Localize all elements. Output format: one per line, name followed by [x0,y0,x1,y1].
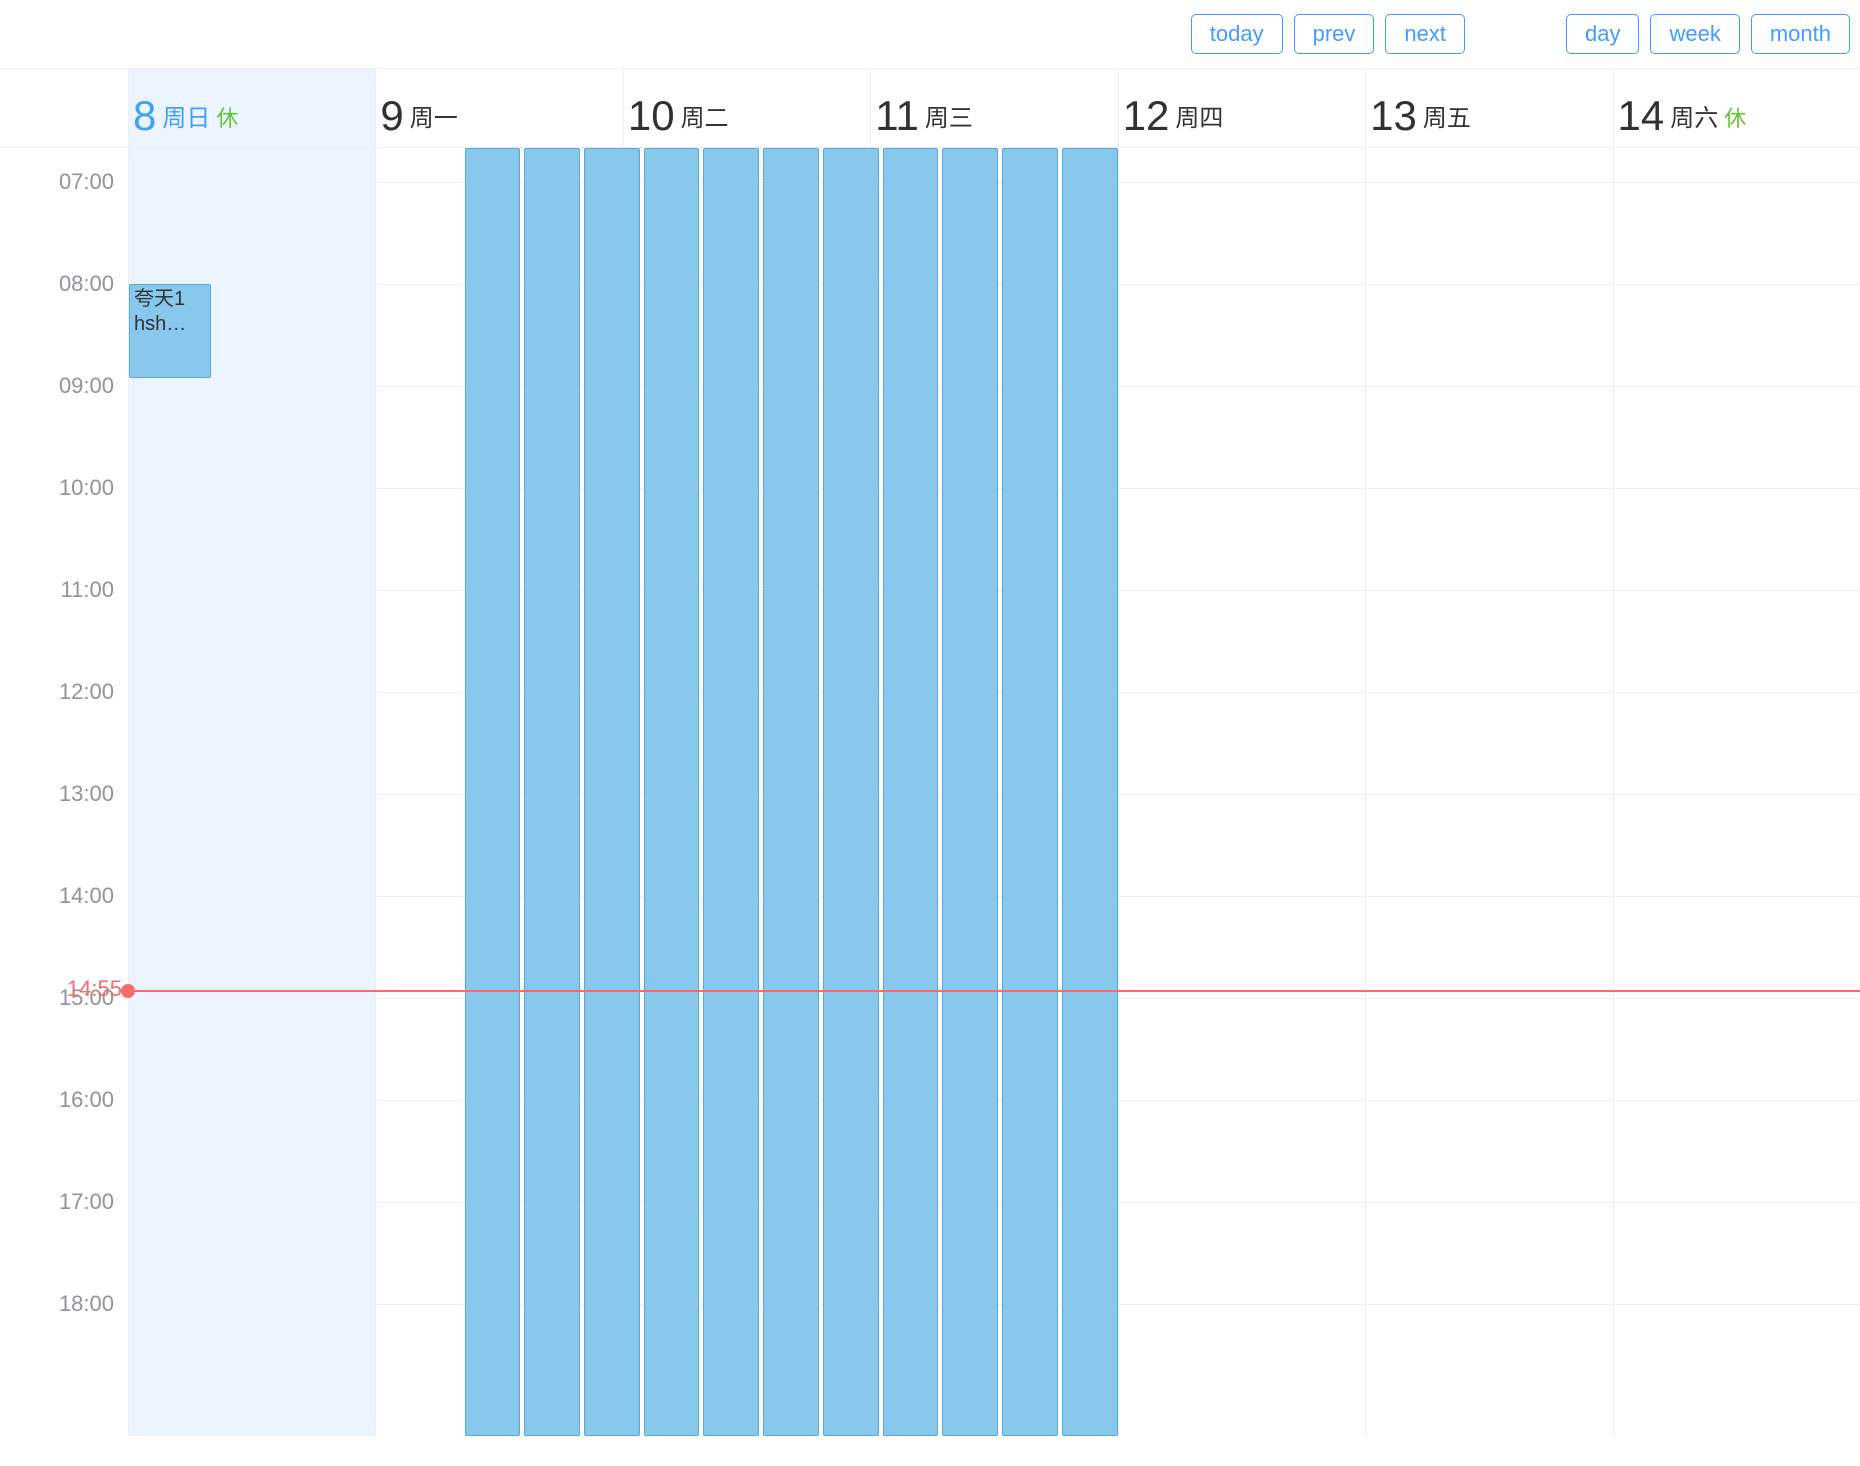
calendar-event[interactable] [465,148,521,1436]
day-columns: 夸天1hsh… [128,148,1860,1436]
calendar-event[interactable] [703,148,759,1436]
calendar-event[interactable] [1002,148,1058,1436]
calendar-event[interactable] [942,148,998,1436]
calendar-event[interactable] [823,148,879,1436]
week-view-button[interactable]: week [1650,14,1739,54]
day-weekday: 周一 [410,98,458,133]
day-view-button[interactable]: day [1566,14,1639,54]
month-view-button[interactable]: month [1751,14,1850,54]
day-header[interactable]: 8周日休 [128,69,375,147]
time-axis-label: 08:00 [59,271,114,297]
today-button[interactable]: today [1191,14,1283,54]
nav-button-group: today prev next [1191,14,1465,54]
day-column[interactable] [1118,148,1365,1436]
time-axis-label: 09:00 [59,373,114,399]
time-axis-label: 10:00 [59,475,114,501]
day-column[interactable] [1613,148,1860,1436]
day-number: 10 [628,95,675,137]
day-header[interactable]: 12周四 [1118,69,1365,147]
time-axis-label: 18:00 [59,1291,114,1317]
calendar-event[interactable]: 夸天1hsh… [129,284,211,378]
prev-button[interactable]: prev [1294,14,1375,54]
next-button[interactable]: next [1385,14,1465,54]
day-header[interactable]: 13周五 [1365,69,1612,147]
day-header[interactable]: 10周二 [623,69,870,147]
day-number: 9 [380,95,403,137]
time-axis-label: 13:00 [59,781,114,807]
time-axis-label: 11:00 [61,577,114,603]
calendar: 8周日休9周一10周二11周三12周四13周五14周六休 07:0008:000… [0,68,1860,1436]
view-button-group: day week month [1566,14,1850,54]
calendar-event[interactable] [1062,148,1118,1436]
day-number: 11 [875,95,919,137]
gutter-head [0,69,128,147]
day-header[interactable]: 11周三 [870,69,1117,147]
event-title: 夸天1 [134,287,206,312]
day-weekday: 周四 [1175,98,1223,133]
toolbar: today prev next day week month [0,0,1860,68]
calendar-event[interactable] [584,148,640,1436]
day-number: 14 [1618,95,1665,137]
day-weekday: 周五 [1423,98,1471,133]
day-number: 12 [1123,95,1170,137]
day-column[interactable] [1365,148,1612,1436]
calendar-event[interactable] [524,148,580,1436]
calendar-event[interactable] [644,148,700,1436]
day-header[interactable]: 9周一 [375,69,622,147]
day-weekday: 周六 [1670,98,1718,133]
time-axis-label: 15:00 [59,985,114,1011]
day-weekday: 周日 [162,98,210,133]
calendar-body: 07:00 08:00 09:00 10:00 11:00 12:00 13:00 14:00… [0,148,1860,1436]
time-gutter: 07:00 08:00 09:00 10:00 11:00 12:00 13:00 14:00… [0,148,128,1436]
day-number: 8 [133,95,156,137]
time-axis-label: 14:00 [59,883,114,909]
event-subtitle: hsh… [134,312,206,337]
rest-tag: 休 [1724,101,1746,133]
day-header[interactable]: 14周六休 [1613,69,1860,147]
calendar-event[interactable] [883,148,939,1436]
day-weekday: 周二 [681,98,729,133]
day-header-row: 8周日休9周一10周二11周三12周四13周五14周六休 [0,69,1860,148]
day-number: 13 [1370,95,1417,137]
rest-tag: 休 [216,101,238,133]
day-column[interactable]: 夸天1hsh… [128,148,375,1436]
day-weekday: 周三 [925,98,973,133]
calendar-event[interactable] [763,148,819,1436]
time-axis-label: 07:00 [59,169,114,195]
time-axis-label: 17:00 [59,1189,114,1215]
time-axis-label: 12:00 [59,679,114,705]
time-axis-label: 16:00 [59,1087,114,1113]
